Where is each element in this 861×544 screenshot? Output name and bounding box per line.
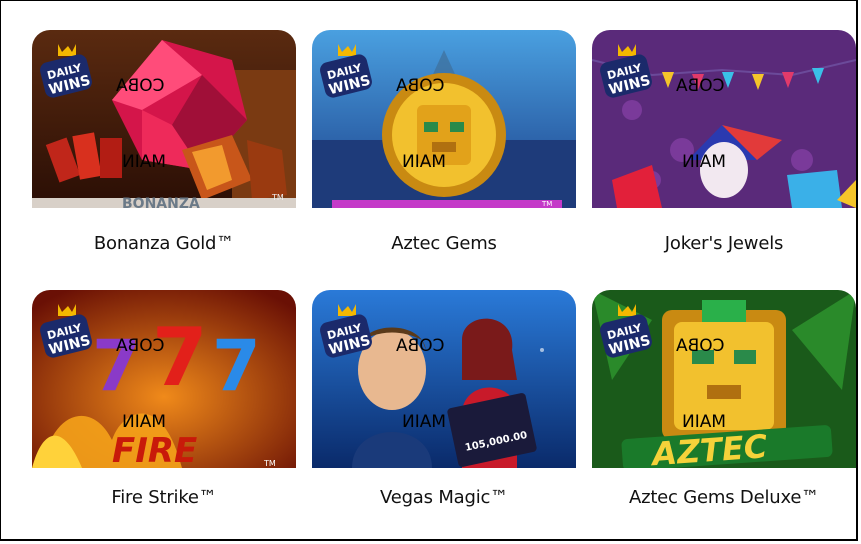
try-demo-button[interactable]: COBA <box>396 336 445 356</box>
game-thumbnail[interactable]: 7 7 7 FIRE TM DAILY WINS COBA MAIN <box>32 290 296 468</box>
game-card-jokers-jewels[interactable]: DAILY WINS COBA MAIN Joker's Jewels <box>592 30 856 254</box>
game-card-aztec-gems-deluxe[interactable]: AZTEC DAILY WINS COBA MAIN Aztec Gems De… <box>592 290 856 508</box>
game-thumbnail[interactable]: AZTEC DAILY WINS COBA MAIN <box>592 290 856 468</box>
daily-wins-badge: DAILY WINS <box>600 304 652 358</box>
game-title[interactable]: Joker's Jewels <box>592 233 856 254</box>
game-title[interactable]: Bonanza Gold™ <box>32 233 296 254</box>
game-thumbnail[interactable]: TM DAILY WINS COBA MAIN <box>312 30 576 208</box>
play-button[interactable]: MAIN <box>122 412 166 432</box>
game-thumbnail[interactable]: DAILY WINS COBA MAIN <box>592 30 856 208</box>
play-button[interactable]: MAIN <box>402 152 446 172</box>
game-title[interactable]: Vegas Magic™ <box>312 487 576 508</box>
game-card-fire-strike[interactable]: 7 7 7 FIRE TM DAILY WINS COBA MAIN Fire … <box>32 290 296 508</box>
svg-text:AZTEC: AZTEC <box>648 427 769 468</box>
game-title[interactable]: Aztec Gems Deluxe™ <box>592 487 856 508</box>
svg-text:TM: TM <box>263 459 276 468</box>
play-button[interactable]: MAIN <box>402 412 446 432</box>
play-button[interactable]: MAIN <box>682 412 726 432</box>
game-thumbnail[interactable]: BONANZA TM DAILY WINS COBA MAIN <box>32 30 296 208</box>
game-thumbnail[interactable]: 105,000.00 DAILY WINS COBA MAIN <box>312 290 576 468</box>
try-demo-button[interactable]: COBA <box>396 76 445 96</box>
try-demo-button[interactable]: COBA <box>116 76 165 96</box>
daily-wins-badge: DAILY WINS <box>600 44 652 98</box>
try-demo-button[interactable]: COBA <box>676 76 725 96</box>
game-card-aztec-gems[interactable]: TM DAILY WINS COBA MAIN Aztec Gems <box>312 30 576 254</box>
daily-wins-badge: DAILY WINS <box>40 44 92 98</box>
daily-wins-badge: DAILY WINS <box>40 304 92 358</box>
svg-text:FIRE: FIRE <box>112 431 197 468</box>
try-demo-button[interactable]: COBA <box>116 336 165 356</box>
svg-text:BONANZA: BONANZA <box>122 196 200 208</box>
svg-text:7: 7 <box>212 325 261 407</box>
game-card-vegas-magic[interactable]: 105,000.00 DAILY WINS COBA MAIN Vegas Ma… <box>312 290 576 508</box>
daily-wins-badge: DAILY WINS <box>320 44 372 98</box>
svg-text:7: 7 <box>152 311 208 404</box>
game-grid: BONANZA TM DAILY WINS COBA MAIN Bonanza … <box>0 0 861 544</box>
play-button[interactable]: MAIN <box>682 152 726 172</box>
game-title[interactable]: Aztec Gems <box>312 233 576 254</box>
svg-text:TM: TM <box>541 200 552 208</box>
daily-wins-badge: DAILY WINS <box>320 304 372 358</box>
game-card-bonanza-gold[interactable]: BONANZA TM DAILY WINS COBA MAIN Bonanza … <box>32 30 296 254</box>
game-title[interactable]: Fire Strike™ <box>32 487 296 508</box>
try-demo-button[interactable]: COBA <box>676 336 725 356</box>
play-button[interactable]: MAIN <box>122 152 166 172</box>
svg-text:TM: TM <box>271 193 284 202</box>
